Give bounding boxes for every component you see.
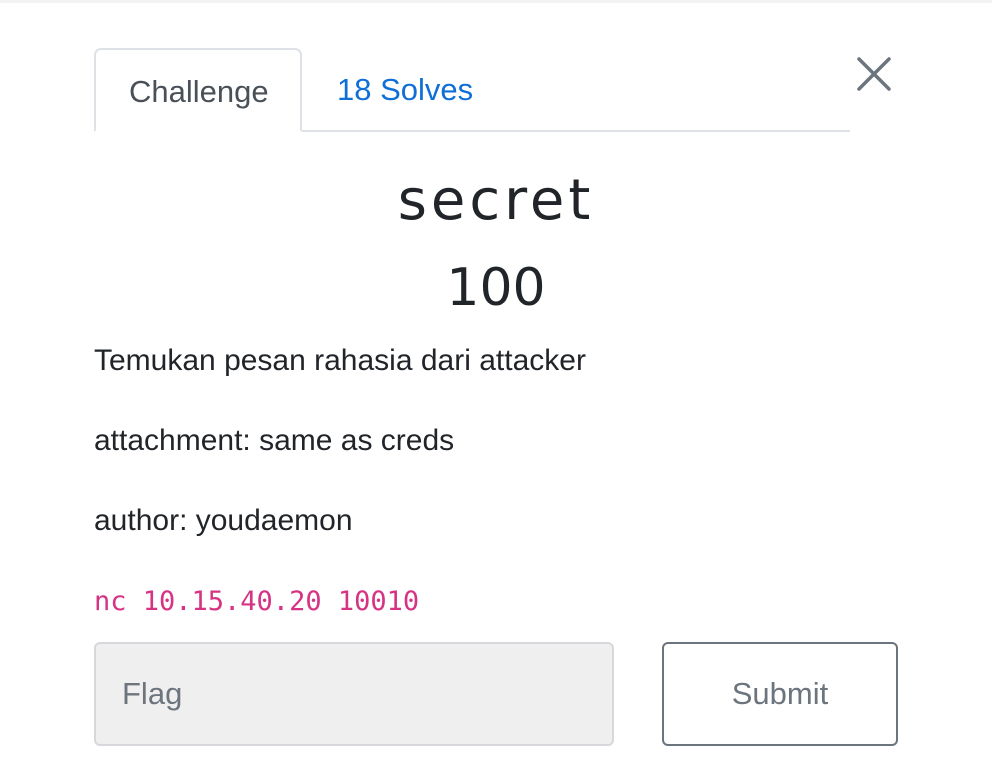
challenge-modal: Challenge 18 Solves secret 100 Temukan p… bbox=[0, 0, 992, 784]
challenge-name: secret bbox=[397, 168, 595, 233]
description-line: Temukan pesan rahasia dari attacker bbox=[94, 344, 586, 377]
challenge-points: 100 bbox=[446, 258, 546, 318]
connection-command: nc 10.15.40.20 10010 bbox=[94, 586, 420, 617]
modal-top-edge bbox=[0, 0, 992, 3]
author-line: author: youdaemon bbox=[94, 504, 353, 537]
tab-challenge[interactable]: Challenge bbox=[94, 48, 302, 132]
submit-button[interactable]: Submit bbox=[662, 642, 898, 746]
challenge-tabs: Challenge 18 Solves bbox=[94, 48, 850, 132]
flag-input[interactable] bbox=[94, 642, 614, 746]
tab-solves[interactable]: 18 Solves bbox=[304, 48, 506, 132]
close-icon bbox=[857, 57, 891, 91]
close-button[interactable] bbox=[852, 52, 896, 96]
attachment-line: attachment: same as creds bbox=[94, 424, 455, 457]
